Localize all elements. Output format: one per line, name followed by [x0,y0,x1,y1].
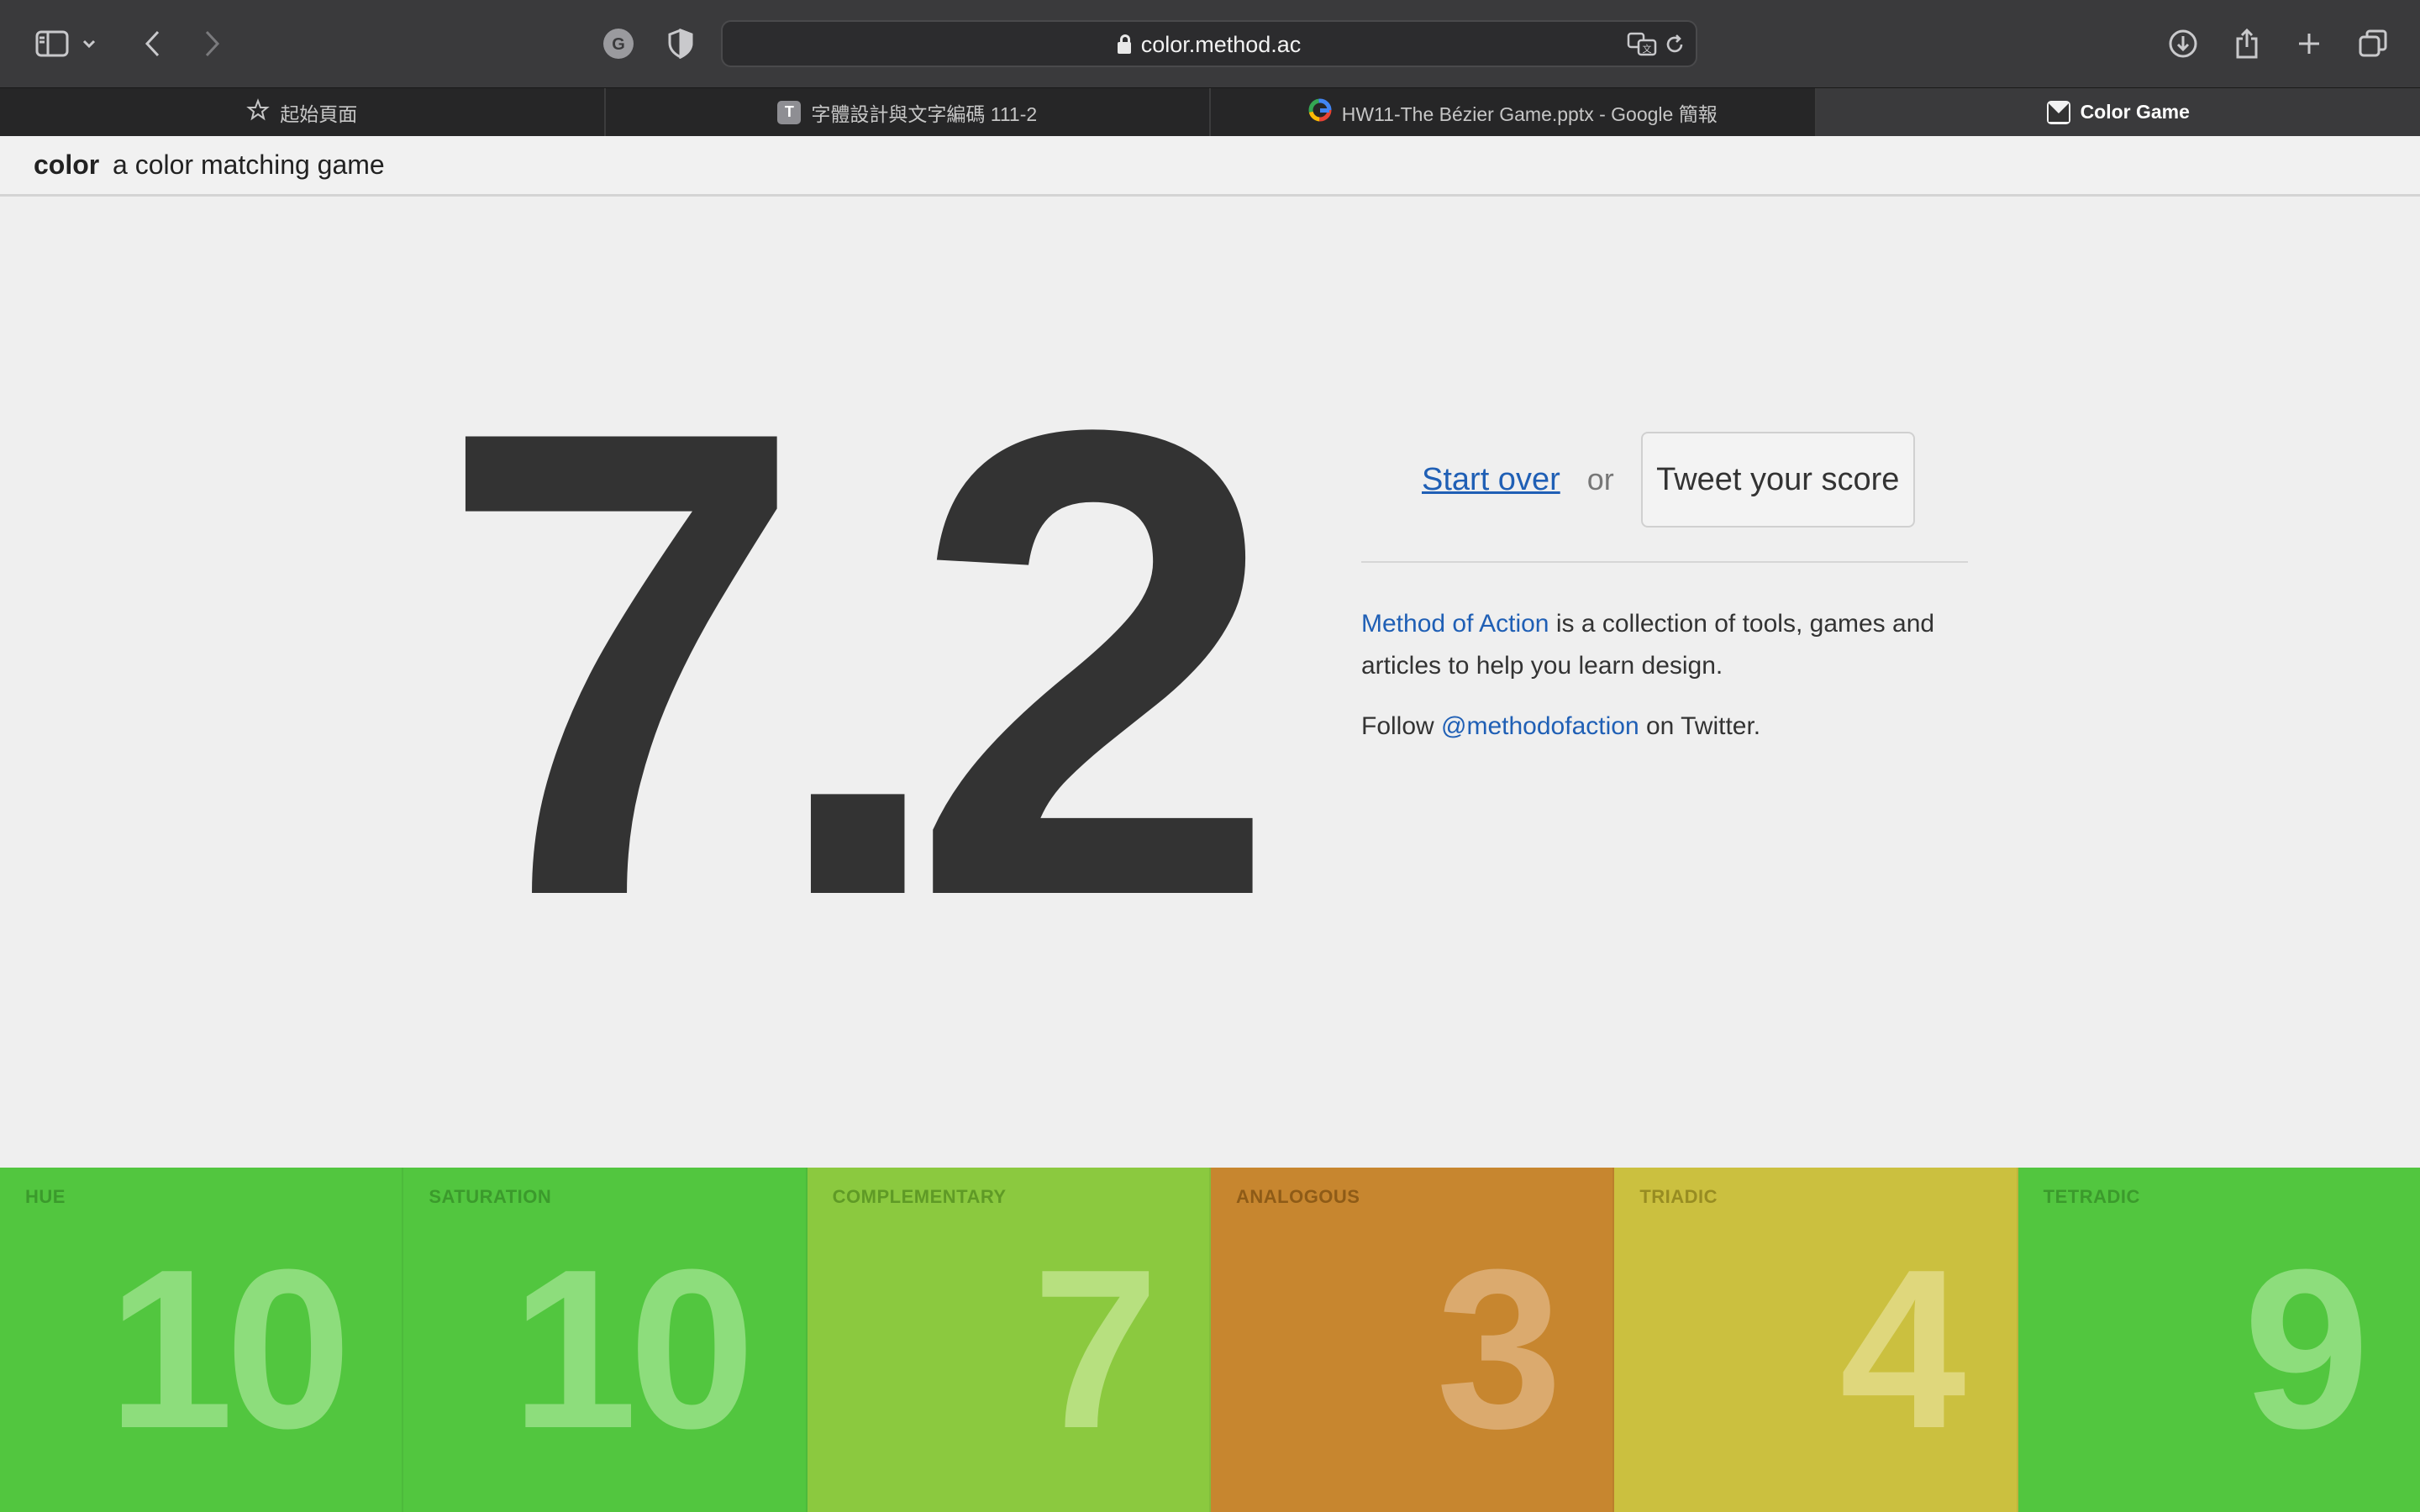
forward-icon[interactable] [190,22,234,66]
tile-label: HUE [25,1186,66,1207]
tile-label: TRIADIC [1639,1186,1718,1207]
divider [1361,561,1968,563]
tab-label: 起始頁面 [280,102,358,125]
chevron-down-icon[interactable] [74,22,104,66]
tile-analogous: ANALOGOUS 3 [1210,1168,1615,1512]
tile-saturation: SATURATION 10 [403,1168,808,1512]
t-favicon-icon: T [777,100,802,124]
svg-text:文: 文 [1643,43,1652,55]
start-over-link[interactable]: Start over [1422,462,1560,498]
tab-label: 字體設計與文字編碼 111-2 [811,102,1038,125]
tile-score: 4 [1839,1223,1965,1476]
tab-typography-course[interactable]: T 字體設計與文字編碼 111-2 [606,88,1211,136]
tile-score: 7 [1032,1223,1159,1476]
tile-label: TETRADIC [2043,1186,2140,1207]
or-separator: or [1586,462,1614,496]
downloads-icon[interactable] [2161,22,2205,66]
share-icon[interactable] [2225,22,2269,66]
back-icon[interactable] [131,22,175,66]
new-tab-icon[interactable] [2287,22,2331,66]
privacy-shield-icon[interactable] [659,22,702,66]
tweet-score-button[interactable]: Tweet your score [1640,432,1915,528]
svg-text:G: G [612,35,625,54]
tile-label: SATURATION [429,1186,552,1207]
tile-label: COMPLEMENTARY [832,1186,1007,1207]
address-bar[interactable]: color.method.ac 文 [721,20,1697,67]
tab-google-slides[interactable]: HW11-The Bézier Game.pptx - Google 簡報 [1211,88,1817,136]
site-header: color a color matching game [0,136,2420,197]
google-icon [1308,98,1332,127]
tile-score: 10 [108,1223,351,1476]
tile-label: ANALOGOUS [1235,1186,1360,1207]
browser-toolbar: G color.method.ac 文 [0,0,2420,87]
final-score: 7.2 [437,293,1279,1034]
tile-tetradic: TETRADIC 9 [2018,1168,2420,1512]
tile-score: 3 [1436,1223,1562,1476]
tab-overview-icon[interactable] [2351,22,2395,66]
tab-start-page[interactable]: 起始頁面 [0,88,606,136]
reload-icon[interactable] [1664,34,1686,60]
tile-score: 10 [511,1223,755,1476]
category-scores: HUE 10 SATURATION 10 COMPLEMENTARY 7 ANA… [0,1168,2420,1512]
tile-triadic: TRIADIC 4 [1614,1168,2018,1512]
follow-suffix: on Twitter. [1639,712,1761,740]
follow-prefix: Follow [1361,712,1442,740]
method-logo-icon [2046,100,2070,124]
tab-color-game[interactable]: Color Game [1816,88,2420,136]
about-text: Method of Action is a collection of tool… [1361,603,1968,687]
tab-label: HW11-The Bézier Game.pptx - Google 簡報 [1341,102,1718,125]
result-panel: Start over or Tweet your score Method of… [1361,432,1968,741]
star-icon [246,97,271,127]
tile-hue: HUE 10 [0,1168,404,1512]
lock-icon [1117,34,1131,54]
tab-bar: 起始頁面 T 字體設計與文字編碼 111-2 HW11-The Bézier G… [0,87,2420,136]
method-of-action-link[interactable]: Method of Action [1361,610,1549,638]
url-text: color.method.ac [1140,32,1302,57]
tagline: a color matching game [113,150,385,180]
tab-label: Color Game [2080,101,2190,123]
translate-icon[interactable]: 文 [1627,32,1657,61]
sidebar-toggle-icon[interactable] [30,22,74,66]
grammarly-extension-icon[interactable]: G [597,22,640,66]
follow-text: Follow @methodofaction on Twitter. [1361,712,1968,741]
actions-row: Start over or Tweet your score [1361,432,1968,528]
tile-complementary: COMPLEMENTARY 7 [807,1168,1211,1512]
tile-score: 9 [2243,1223,2370,1476]
twitter-handle-link[interactable]: @methodofaction [1441,712,1639,740]
brand-logo[interactable]: color [34,150,99,181]
